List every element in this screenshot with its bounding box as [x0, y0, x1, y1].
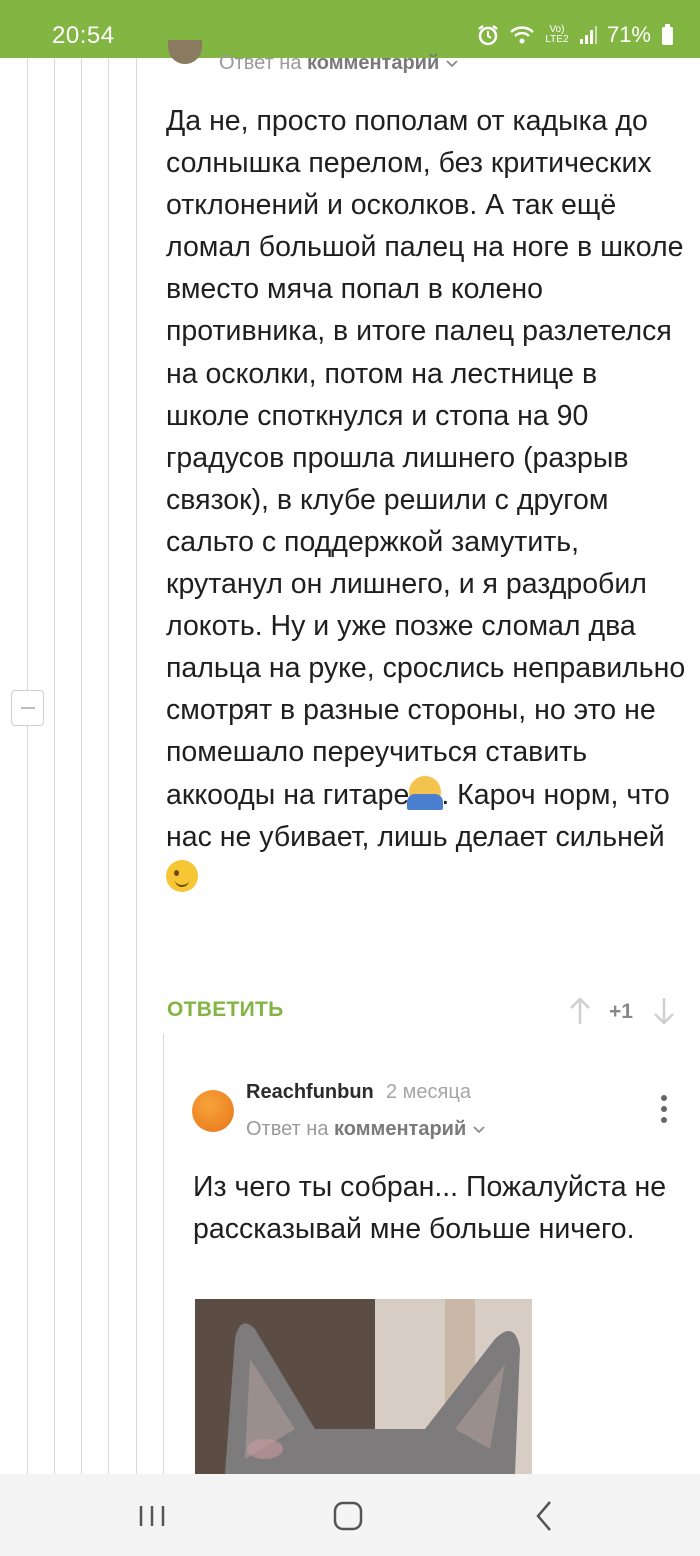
wifi-icon — [509, 24, 535, 46]
upvote-icon[interactable] — [568, 996, 592, 1031]
system-nav-bar — [0, 1474, 700, 1556]
shrug-emoji-icon — [407, 775, 444, 810]
collapse-thread-button[interactable] — [11, 690, 44, 726]
status-bar: 20:54 Vo) LTE2 71% — [0, 0, 700, 58]
reply-to-link[interactable]: Ответ на комментарий — [219, 52, 459, 75]
volte-icon: Vo) LTE2 — [545, 24, 569, 45]
status-time: 20:54 — [52, 22, 115, 49]
comment-date: 2 месяца — [386, 1081, 471, 1103]
avatar[interactable] — [168, 40, 202, 64]
comment-body: Да не, просто пополам от кадыка до солны… — [166, 100, 686, 900]
thread-line — [54, 58, 55, 1474]
comment-image[interactable] — [195, 1299, 532, 1474]
home-icon[interactable] — [324, 1492, 372, 1540]
signal-icon — [579, 25, 597, 45]
thread-line — [27, 58, 28, 1474]
comment-body: Из чего ты собран... Пожалуйста не расск… — [193, 1171, 667, 1245]
rating-value: +1 — [609, 1000, 633, 1023]
downvote-icon[interactable] — [652, 996, 676, 1031]
thread-line — [136, 58, 137, 1474]
wink-emoji-icon — [166, 859, 198, 892]
chevron-down-icon[interactable] — [472, 1118, 486, 1140]
battery-icon — [661, 24, 674, 46]
avatar[interactable] — [192, 1090, 234, 1132]
chevron-down-icon[interactable] — [445, 52, 459, 74]
reply-button[interactable]: ОТВЕТИТЬ — [167, 998, 284, 1022]
status-icons: Vo) LTE2 71% — [477, 22, 674, 48]
recent-apps-icon[interactable] — [128, 1492, 176, 1540]
alarm-icon — [477, 24, 499, 46]
battery-percent: 71% — [606, 22, 651, 47]
back-icon[interactable] — [520, 1492, 568, 1540]
thread-line — [163, 1034, 164, 1474]
comment-author[interactable]: Reachfunbun — [246, 1081, 374, 1104]
reply-to-link[interactable]: Ответ на комментарий — [246, 1118, 486, 1141]
thread-line — [81, 58, 82, 1474]
thread-line — [108, 58, 109, 1474]
more-options-icon[interactable] — [654, 1093, 674, 1125]
